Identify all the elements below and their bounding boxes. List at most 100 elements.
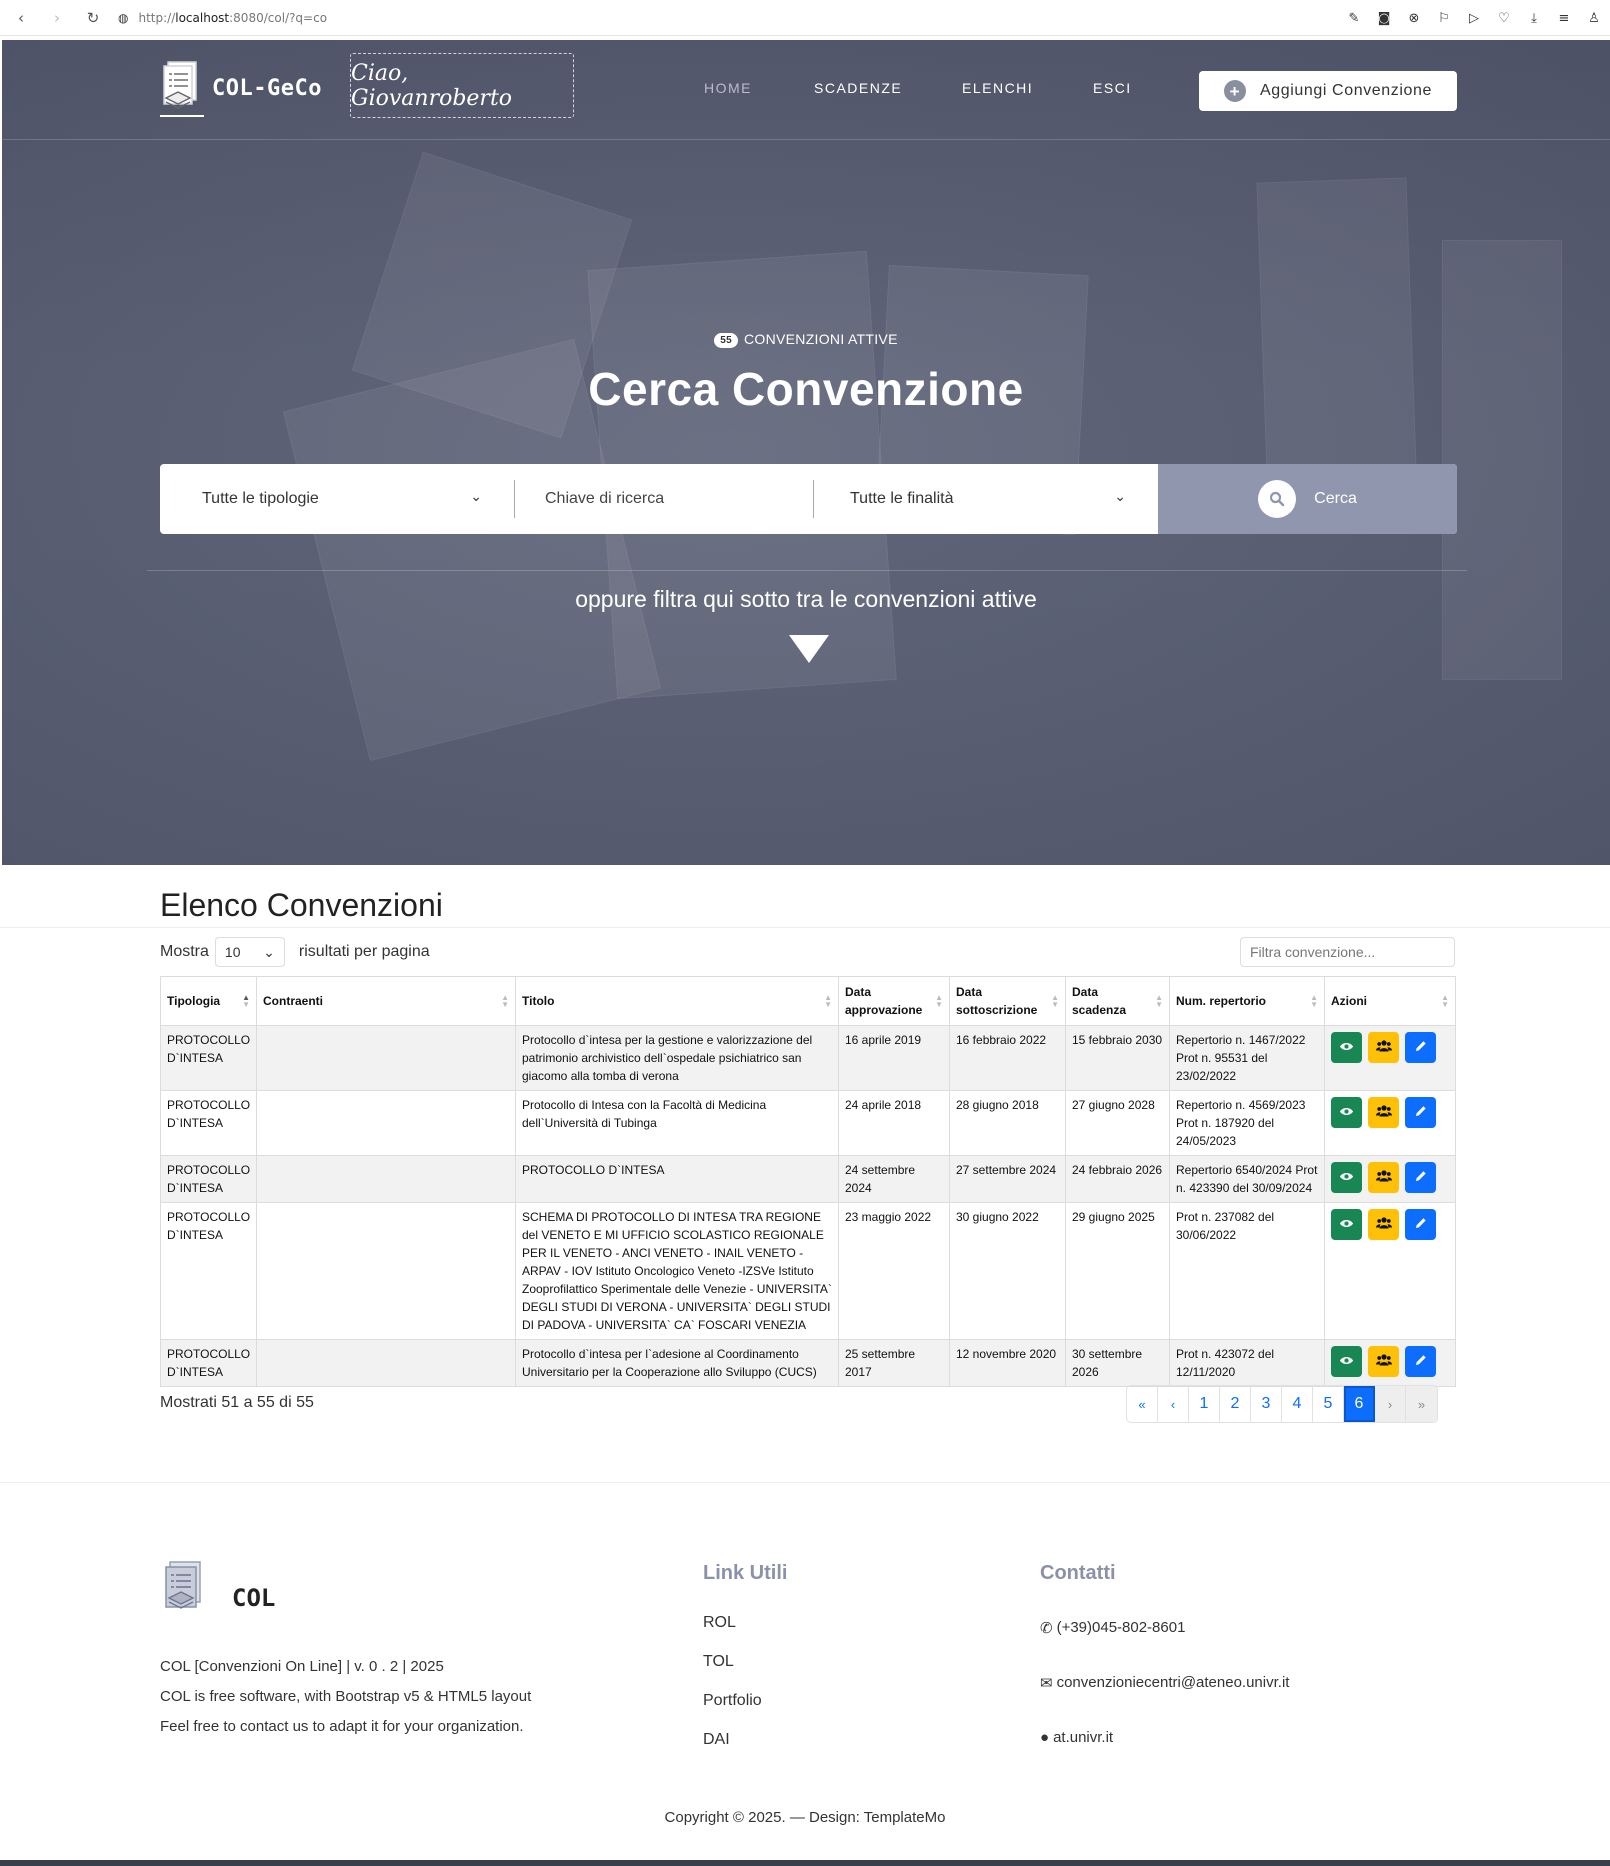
contractors-button[interactable] <box>1368 1346 1399 1377</box>
contractors-button[interactable] <box>1368 1209 1399 1240</box>
add-convention-button[interactable]: + Aggiungi Convenzione <box>1199 71 1457 111</box>
document-stack-icon <box>165 1561 201 1609</box>
hero-background <box>2 40 1610 865</box>
camera-icon[interactable]: ◙ <box>1376 11 1392 26</box>
page-button-3[interactable]: 3 <box>1251 1386 1282 1422</box>
contact-phone[interactable]: ✆ (+39)045-802-8601 <box>1040 1619 1289 1674</box>
translate-icon[interactable]: ⚐ <box>1436 11 1452 26</box>
column-header-scadenza[interactable]: Data scadenza ▲ ▼ <box>1065 976 1170 1026</box>
menu-esci[interactable]: ESCI <box>1093 80 1132 96</box>
contractors-button[interactable] <box>1368 1162 1399 1193</box>
contact-email[interactable]: ✉ convenzioniecentri@ateneo.univr.it <box>1040 1674 1289 1729</box>
footer-link-tol[interactable]: TOL <box>703 1653 762 1692</box>
contact-website[interactable]: ● at.univr.it <box>1040 1729 1289 1784</box>
table-row: PROTOCOLLO D`INTESA Protocollo di Intesa … <box>160 1090 1456 1156</box>
download-icon[interactable]: ⤓ <box>1526 11 1542 26</box>
list-title: Elenco Convenzioni <box>160 887 443 923</box>
back-icon[interactable]: ‹ <box>10 9 32 27</box>
view-button[interactable] <box>1331 1346 1362 1377</box>
footer-link-rol[interactable]: ROL <box>703 1614 762 1653</box>
keyword-input[interactable]: Chiave di ricerca <box>515 464 813 534</box>
address-bar[interactable]: ◍ http://localhost:8080/col/?q=co <box>118 11 327 25</box>
envelope-icon: ✉ <box>1040 1675 1053 1692</box>
footer-about-line: COL is free software, with Bootstrap v5 … <box>160 1688 532 1705</box>
menu-icon[interactable]: ≡ <box>1556 11 1572 26</box>
brand-name: COL-GeCo <box>212 75 322 101</box>
profile-icon[interactable]: ♙ <box>1586 11 1602 26</box>
search-button[interactable]: Cerca <box>1158 464 1457 534</box>
cell-titolo: Protocollo d`intesa per l`adesione al Co… <box>515 1339 839 1387</box>
cell-approvazione: 23 maggio 2022 <box>838 1202 950 1340</box>
edit-button[interactable] <box>1405 1209 1436 1240</box>
brand-logo[interactable]: COL-GeCo <box>160 60 322 117</box>
next-page-button[interactable]: › <box>1375 1386 1406 1422</box>
last-page-button[interactable]: » <box>1406 1386 1437 1422</box>
edit-button[interactable] <box>1405 1162 1436 1193</box>
contractors-button[interactable] <box>1368 1032 1399 1063</box>
site-info-icon[interactable]: ◍ <box>118 11 128 25</box>
menu-scadenze[interactable]: SCADENZE <box>814 80 902 96</box>
first-page-button[interactable]: « <box>1127 1386 1158 1422</box>
column-header-approvazione[interactable]: Data approvazione ▲ ▼ <box>838 976 950 1026</box>
sort-icon: ▲ ▼ <box>1051 993 1059 1009</box>
filter-input[interactable]: Filtra convenzione... <box>1240 937 1455 967</box>
column-header-repertorio[interactable]: Num. repertorio ▲ ▼ <box>1169 976 1325 1026</box>
edit-button[interactable] <box>1405 1032 1436 1063</box>
cell-approvazione: 16 aprile 2019 <box>838 1025 950 1091</box>
useful-links: ROL TOL Portfolio DAI <box>703 1614 762 1770</box>
footer-logo[interactable]: COL <box>162 1560 275 1616</box>
url-host: localhost <box>175 10 230 25</box>
table-row: PROTOCOLLO D`INTESA Protocollo d`intesa p… <box>160 1339 1456 1387</box>
view-button[interactable] <box>1331 1162 1362 1193</box>
page-button-5[interactable]: 5 <box>1313 1386 1344 1422</box>
column-header-azioni[interactable]: Azioni ▲ ▼ <box>1324 976 1456 1026</box>
column-header-contraenti[interactable]: Contraenti ▲ ▼ <box>256 976 516 1026</box>
page-button-6[interactable]: 6 <box>1344 1386 1375 1422</box>
page-length-select[interactable]: 10 ⌄ <box>214 937 285 967</box>
footer-about-line: COL [Convenzioni On Line] | v. 0 . 2 | 2… <box>160 1658 444 1675</box>
prev-page-button[interactable]: ‹ <box>1158 1386 1189 1422</box>
column-header-sottoscrizione[interactable]: Data sottoscrizione ▲ ▼ <box>949 976 1066 1026</box>
cell-repertorio: Prot n. 423072 del 12/11/2020 <box>1169 1339 1325 1387</box>
arrow-down-icon[interactable] <box>789 635 829 663</box>
purpose-select[interactable]: Tutte le finalità ⌄ <box>814 464 1160 534</box>
menu-elenchi[interactable]: ELENCHI <box>962 80 1033 96</box>
shield-icon[interactable]: ⊗ <box>1406 11 1422 26</box>
forward-icon[interactable]: › <box>46 9 68 27</box>
page-button-4[interactable]: 4 <box>1282 1386 1313 1422</box>
footer-link-dai[interactable]: DAI <box>703 1731 762 1770</box>
pagination: « ‹ 1 2 3 4 5 6 › » <box>1126 1385 1438 1423</box>
view-button[interactable] <box>1331 1032 1362 1063</box>
pencil-icon <box>1415 1353 1427 1371</box>
view-button[interactable] <box>1331 1097 1362 1128</box>
reload-icon[interactable]: ↻ <box>82 9 104 27</box>
heart-icon[interactable]: ♡ <box>1496 11 1512 26</box>
column-header-label: Azioni <box>1331 994 1367 1008</box>
footer-link-portfolio[interactable]: Portfolio <box>703 1692 762 1731</box>
per-page-label: risultati per pagina <box>298 943 430 960</box>
play-icon[interactable]: ▷ <box>1466 11 1482 26</box>
column-header-label: Tipologia <box>167 994 221 1008</box>
view-button[interactable] <box>1331 1209 1362 1240</box>
menu-home[interactable]: HOME <box>704 80 752 96</box>
cell-contraenti <box>256 1025 516 1091</box>
column-header-tipologia[interactable]: Tipologia ▲ ▼ <box>160 976 257 1026</box>
edit-button[interactable] <box>1405 1346 1436 1377</box>
browser-toolbar: ‹ › ↻ ◍ http://localhost:8080/col/?q=co … <box>0 0 1610 36</box>
footer-brand-name: COL <box>232 1584 276 1612</box>
contractors-button[interactable] <box>1368 1097 1399 1128</box>
eye-icon <box>1339 1353 1354 1371</box>
type-select[interactable]: Tutte le tipologie ⌄ <box>160 464 514 534</box>
column-header-titolo[interactable]: Titolo ▲ ▼ <box>515 976 839 1026</box>
contact-text: convenzioniecentri@ateneo.univr.it <box>1056 1674 1290 1691</box>
column-header-label: Data sottoscrizione <box>956 985 1038 1017</box>
edit-icon[interactable]: ✎ <box>1346 11 1362 26</box>
page-button-1[interactable]: 1 <box>1189 1386 1220 1422</box>
footer-about: COL [Convenzioni On Line] | v. 0 . 2 | 2… <box>160 1652 531 1742</box>
edit-button[interactable] <box>1405 1097 1436 1128</box>
cell-scadenza: 15 febbraio 2030 <box>1065 1025 1170 1091</box>
cell-contraenti <box>256 1202 516 1340</box>
page-button-2[interactable]: 2 <box>1220 1386 1251 1422</box>
cell-approvazione: 24 settembre 2024 <box>838 1155 950 1203</box>
type-select-value: Tutte le tipologie <box>202 490 319 507</box>
